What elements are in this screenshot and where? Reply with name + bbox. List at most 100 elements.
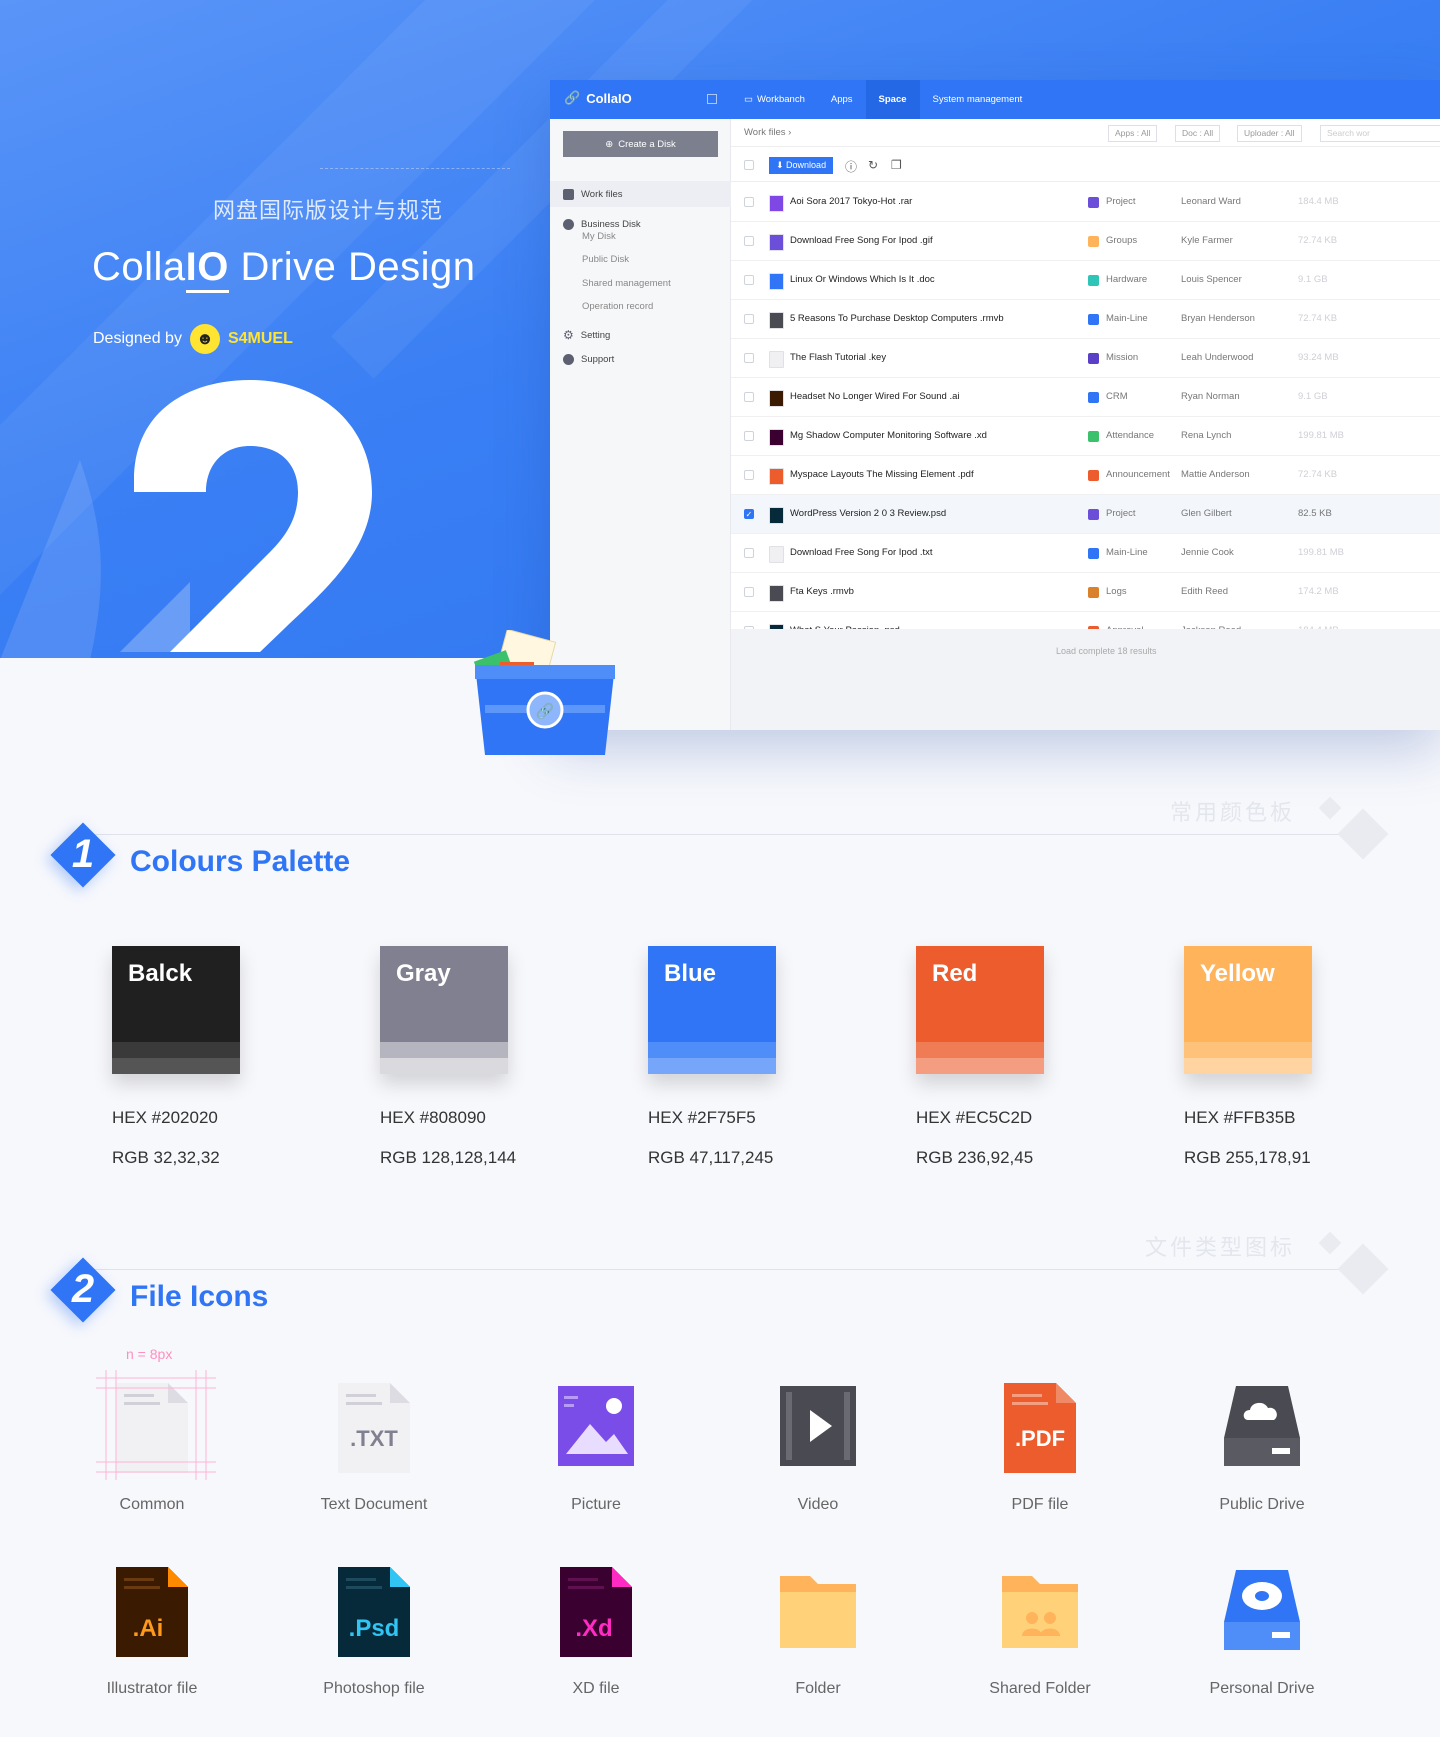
tag-icon (1088, 587, 1099, 598)
sidebar-item-my-disk[interactable]: My Disk (582, 231, 616, 242)
file-size: 93.24 MB (1298, 352, 1339, 363)
file-name[interactable]: The Flash Tutorial .key (790, 352, 886, 363)
section-divider (80, 834, 1350, 835)
color-swatch: Yellow (1184, 946, 1312, 1074)
file-name[interactable]: Linux Or Windows Which Is It .doc (790, 274, 935, 285)
nav-tab-workbanch[interactable]: ▭ Workbanch (731, 80, 818, 119)
tag-icon (1088, 431, 1099, 442)
swatch-shade (916, 1042, 1044, 1058)
file-size: 199.81 MB (1298, 547, 1344, 558)
table-row[interactable]: Fta Keys .rmvb Logs Edith Reed 174.2 MB (731, 573, 1440, 612)
download-button[interactable]: ⬇ Download (769, 157, 834, 174)
file-name[interactable]: Download Free Song For Ipod .txt (790, 547, 933, 558)
table-row[interactable]: Download Free Song For Ipod .txt Main-Lin… (731, 534, 1440, 573)
hero-title-bold: IO (185, 245, 229, 293)
row-checkbox[interactable]: ✓ (744, 509, 754, 519)
file-name[interactable]: WordPress Version 2 0 3 Review.psd (790, 508, 946, 519)
file-uploader: Louis Spencer (1181, 274, 1242, 285)
doc-filter-select[interactable]: Doc : All (1175, 125, 1221, 142)
svg-text:.Ai: .Ai (133, 1615, 164, 1642)
uploader-filter-select[interactable]: Uploader : All (1237, 125, 1302, 142)
file-type-icon (769, 468, 784, 485)
apps-filter-select[interactable]: Apps : All (1108, 125, 1158, 142)
nav-tab-apps[interactable]: Apps (818, 80, 866, 119)
file-type-icon (769, 546, 784, 563)
row-checkbox[interactable] (744, 197, 754, 207)
row-checkbox[interactable] (744, 587, 754, 597)
personal-drive-file-icon (1216, 1562, 1316, 1672)
search-input[interactable]: Search wor (1320, 125, 1440, 142)
table-row[interactable]: 5 Reasons To Purchase Desktop Computers … (731, 300, 1440, 339)
color-swatch: Balck (112, 946, 240, 1074)
sidebar-item-support[interactable]: Support (550, 346, 731, 372)
deco-diamond (1318, 1231, 1342, 1255)
table-row[interactable]: Linux Or Windows Which Is It .doc Hardwar… (731, 261, 1440, 300)
table-row[interactable]: Aoi Sora 2017 Tokyo-Hot .rar Project Leona… (731, 183, 1440, 222)
color-hex: HEX #EC5C2D (916, 1108, 1033, 1127)
row-checkbox[interactable] (744, 275, 754, 285)
row-checkbox[interactable] (744, 353, 754, 363)
breadcrumb-work-files[interactable]: Work files (744, 127, 786, 138)
sidebar-item-public-disk[interactable]: Public Disk (582, 254, 629, 265)
row-checkbox[interactable] (744, 392, 754, 402)
deco-diamond (1337, 1243, 1389, 1295)
row-checkbox[interactable] (744, 548, 754, 558)
sidebar-item-label: Setting (580, 329, 611, 341)
table-row[interactable]: The Flash Tutorial .key Mission Leah Under… (731, 339, 1440, 378)
row-checkbox[interactable] (744, 236, 754, 246)
collapse-icon[interactable] (707, 94, 717, 104)
table-row[interactable]: ✓ WordPress Version 2 0 3 Review.psd Proje… (731, 495, 1440, 534)
sidebar-item-shared-management[interactable]: Shared management (582, 278, 671, 289)
refresh-icon[interactable]: ↻ (868, 158, 878, 172)
info-icon[interactable]: ⓘ (845, 158, 857, 175)
swatch-shade (112, 1058, 240, 1074)
nav-tab-space[interactable]: Space (865, 80, 920, 119)
file-name[interactable]: Aoi Sora 2017 Tokyo-Hot .rar (790, 196, 912, 207)
color-hex: HEX #2F75F5 (648, 1108, 756, 1127)
sidebar-item-setting[interactable]: ⚙ Setting (550, 322, 731, 348)
color-name: Blue (664, 960, 717, 987)
create-disk-button[interactable]: ⊕ Create a Disk (563, 131, 718, 157)
icon-label: XD file (572, 1680, 620, 1697)
file-name[interactable]: Headset No Longer Wired For Sound .ai (790, 391, 960, 402)
table-row[interactable]: Mg Shadow Computer Monitoring Software .… (731, 417, 1440, 456)
swatch-shade (1184, 1058, 1312, 1074)
table-row[interactable]: Headset No Longer Wired For Sound .ai CRM… (731, 378, 1440, 417)
app-logo[interactable]: 🔗 CollaIO (564, 90, 632, 106)
color-swatch: Red (916, 946, 1044, 1074)
color-name: Red (932, 960, 978, 987)
file-type-icon (769, 585, 784, 602)
deco-diamond (1337, 808, 1389, 860)
file-type-icon (769, 390, 784, 407)
info-circle-icon (563, 353, 574, 365)
file-tag: Hardware (1106, 274, 1148, 285)
icon-label: Common (119, 1496, 185, 1513)
select-all-checkbox[interactable] (744, 160, 754, 170)
file-type-icon (769, 234, 784, 251)
file-name[interactable]: Mg Shadow Computer Monitoring Software .… (790, 430, 987, 441)
icon-label: Shared Folder (989, 1680, 1091, 1697)
monitor-icon: ▭ (744, 94, 753, 105)
pdf-file-icon: .PDF.PDF (994, 1378, 1094, 1488)
file-name[interactable]: 5 Reasons To Purchase Desktop Computers … (790, 313, 1004, 324)
table-row[interactable]: Myspace Layouts The Missing Element .pdf… (731, 456, 1440, 495)
file-type-icon (769, 312, 784, 329)
color-swatch: Blue (648, 946, 776, 1074)
sidebar-item-business-disk[interactable]: Business Disk (550, 211, 731, 237)
table-row[interactable]: Download Free Song For Ipod .gif Groups Ky… (731, 222, 1440, 261)
icon-label: Public Drive (1219, 1496, 1305, 1513)
row-checkbox[interactable] (744, 470, 754, 480)
grid-note: n = 8px (126, 1346, 173, 1362)
file-name[interactable]: Download Free Song For Ipod .gif (790, 235, 933, 246)
file-name[interactable]: Myspace Layouts The Missing Element .pdf (790, 469, 974, 480)
row-checkbox[interactable] (744, 431, 754, 441)
sidebar-item-work-files[interactable]: Work files (550, 181, 731, 207)
row-checkbox[interactable] (744, 314, 754, 324)
file-name[interactable]: Fta Keys .rmvb (790, 586, 854, 597)
nav-tab-system-management[interactable]: System management (920, 80, 1036, 119)
folder-file-icon (772, 1562, 872, 1672)
color-rgb: RGB 128,128,144 (380, 1148, 517, 1167)
sidebar-item-operation-record[interactable]: Operation record (582, 301, 653, 312)
copy-icon[interactable]: ❐ (891, 158, 902, 172)
txt-file-icon: .TXT.TXT (328, 1378, 428, 1488)
